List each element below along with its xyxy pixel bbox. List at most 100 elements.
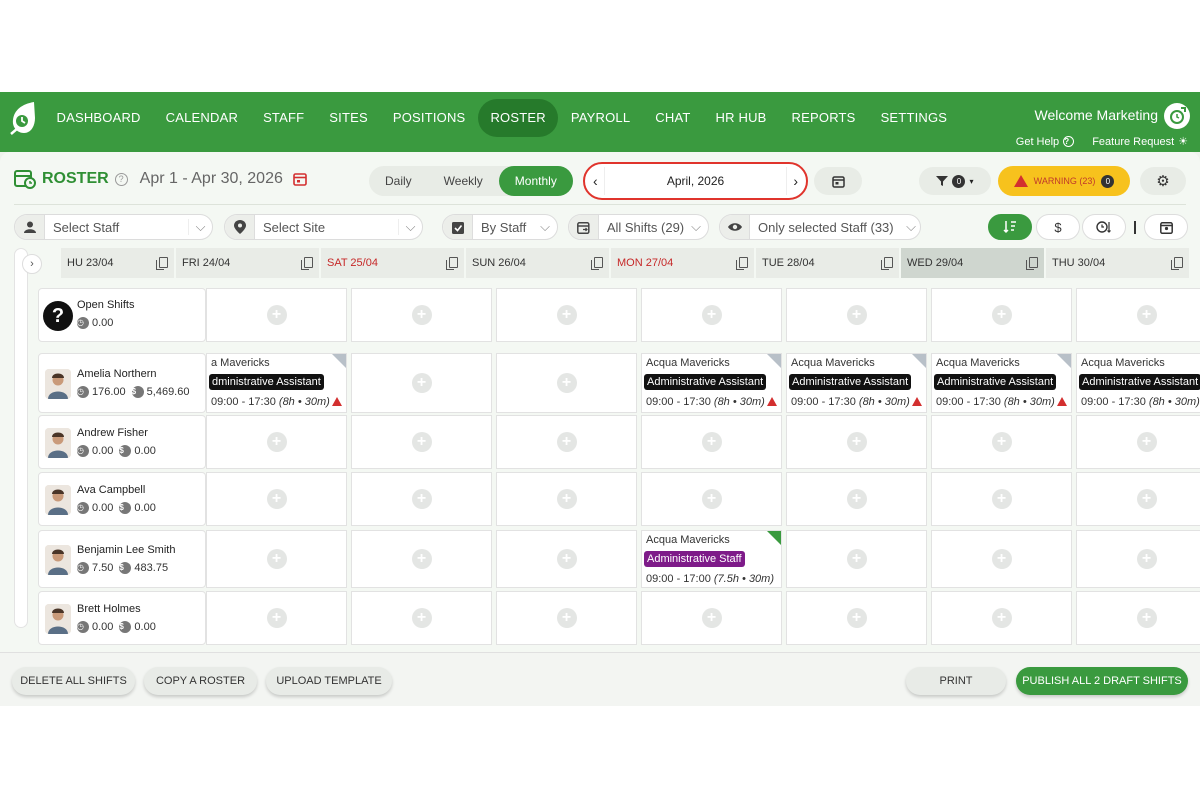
copy-day-icon[interactable] — [446, 257, 458, 270]
roster-cell[interactable]: + — [206, 288, 347, 342]
shift-cell[interactable]: Acqua Mavericks Administrative Assistant 0… — [931, 353, 1072, 413]
staff-card[interactable]: Amelia Northern ◷ 176.00 $5,469.60 — [38, 353, 206, 413]
add-shift-icon[interactable]: + — [846, 549, 867, 569]
nav-item-settings[interactable]: SETTINGS — [868, 99, 960, 137]
nav-item-calendar[interactable]: CALENDAR — [153, 99, 250, 137]
nav-item-reports[interactable]: REPORTS — [779, 99, 868, 137]
roster-cell[interactable]: + — [496, 353, 637, 413]
copy-day-icon[interactable] — [156, 257, 168, 270]
help-icon[interactable]: ? — [114, 172, 128, 186]
month-label[interactable]: April, 2026 — [603, 167, 788, 195]
roster-cell[interactable]: + — [496, 591, 637, 645]
shift-block[interactable]: Acqua Mavericks Administrative Staff 09:00… — [642, 531, 781, 587]
add-shift-icon[interactable]: + — [411, 432, 432, 452]
roster-cell[interactable]: + — [931, 472, 1072, 526]
add-shift-icon[interactable]: + — [556, 432, 577, 452]
roster-cell[interactable]: + — [786, 415, 927, 469]
roster-cell[interactable]: + — [931, 288, 1072, 342]
add-shift-icon[interactable]: + — [556, 489, 577, 509]
staff-card[interactable]: Andrew Fisher ◷ 0.00 $0.00 — [38, 415, 206, 469]
cost-toggle-button[interactable]: $ — [1036, 214, 1080, 240]
add-shift-icon[interactable]: + — [266, 432, 287, 452]
add-shift-icon[interactable]: + — [701, 608, 722, 628]
add-shift-icon[interactable]: + — [556, 373, 577, 393]
print-button[interactable]: PRINT — [906, 667, 1006, 695]
add-shift-icon[interactable]: + — [411, 549, 432, 569]
roster-cell[interactable]: + — [496, 288, 637, 342]
shift-block[interactable]: Acqua Mavericks Administrative Assistant 0… — [642, 354, 781, 412]
roster-cell[interactable]: + — [351, 353, 492, 413]
get-help-link[interactable]: Get Help? — [1016, 135, 1075, 148]
next-month-button[interactable]: › — [793, 173, 798, 189]
roster-cell[interactable]: + — [786, 530, 927, 588]
add-shift-icon[interactable]: + — [1136, 305, 1157, 325]
roster-cell[interactable]: + — [1076, 288, 1200, 342]
app-logo-icon[interactable] — [8, 100, 38, 136]
add-shift-icon[interactable]: + — [1136, 489, 1157, 509]
expand-sidebar-button[interactable]: › — [22, 254, 42, 274]
sort-button[interactable] — [988, 214, 1032, 240]
add-shift-icon[interactable]: + — [701, 432, 722, 452]
select-staff-dropdown[interactable]: Select Staff ⌵ — [14, 214, 213, 240]
select-site-dropdown[interactable]: Select Site ⌵ — [224, 214, 423, 240]
roster-cell[interactable]: + — [786, 591, 927, 645]
group-by-dropdown[interactable]: By Staff ⌵ — [442, 214, 558, 240]
view-option-monthly[interactable]: Monthly — [498, 166, 573, 196]
roster-cell[interactable]: + — [351, 415, 492, 469]
add-shift-icon[interactable]: + — [556, 549, 577, 569]
add-shift-icon[interactable]: + — [701, 489, 722, 509]
add-shift-icon[interactable]: + — [701, 305, 722, 325]
roster-cell[interactable]: + — [641, 472, 782, 526]
roster-cell[interactable]: + — [206, 530, 347, 588]
nav-item-chat[interactable]: CHAT — [643, 99, 703, 137]
add-shift-icon[interactable]: + — [266, 549, 287, 569]
add-shift-icon[interactable]: + — [411, 305, 432, 325]
add-shift-icon[interactable]: + — [991, 432, 1012, 452]
prev-month-button[interactable]: ‹ — [593, 173, 598, 189]
add-shift-icon[interactable]: + — [846, 305, 867, 325]
roster-cell[interactable]: + — [496, 472, 637, 526]
add-shift-icon[interactable]: + — [846, 432, 867, 452]
shifts-dropdown[interactable]: All Shifts (29) ⌵ — [568, 214, 709, 240]
add-shift-icon[interactable]: + — [846, 489, 867, 509]
roster-cell[interactable]: + — [206, 472, 347, 526]
add-shift-icon[interactable]: + — [266, 608, 287, 628]
settings-button[interactable]: ⚙ — [1140, 167, 1186, 195]
add-shift-icon[interactable]: + — [266, 305, 287, 325]
roster-cell[interactable]: + — [496, 415, 637, 469]
add-shift-icon[interactable]: + — [411, 489, 432, 509]
delete-all-shifts-button[interactable]: DELETE ALL SHIFTS — [12, 667, 135, 695]
add-shift-icon[interactable]: + — [846, 608, 867, 628]
view-option-daily[interactable]: Daily — [369, 166, 428, 196]
shift-block[interactable]: a Mavericks dministrative Assistant 09:00 … — [207, 354, 346, 412]
nav-item-sites[interactable]: SITES — [317, 99, 381, 137]
visibility-dropdown[interactable]: Only selected Staff (33) ⌵ — [719, 214, 921, 240]
upload-template-button[interactable]: UPLOAD TEMPLATE — [266, 667, 392, 695]
shift-cell[interactable]: Acqua Mavericks Administrative Assistant 0… — [786, 353, 927, 413]
roster-cell[interactable]: + — [641, 288, 782, 342]
roster-cell[interactable]: + — [206, 415, 347, 469]
roster-cell[interactable]: + — [1076, 530, 1200, 588]
nav-item-dashboard[interactable]: DASHBOARD — [44, 99, 153, 137]
nav-item-staff[interactable]: STAFF — [251, 99, 317, 137]
copy-day-icon[interactable] — [881, 257, 893, 270]
add-shift-icon[interactable]: + — [411, 608, 432, 628]
roster-cell[interactable]: + — [496, 530, 637, 588]
copy-day-icon[interactable] — [1171, 257, 1183, 270]
date-picker-button[interactable] — [814, 167, 862, 195]
vertical-scrollbar[interactable] — [14, 248, 28, 628]
roster-cell[interactable]: + — [1076, 591, 1200, 645]
open-shifts-card[interactable]: ? Open Shifts ◷ 0.00 — [38, 288, 206, 342]
add-shift-icon[interactable]: + — [1136, 549, 1157, 569]
roster-cell[interactable]: + — [351, 288, 492, 342]
roster-cell[interactable]: + — [351, 591, 492, 645]
roster-cell[interactable]: + — [786, 472, 927, 526]
feature-request-link[interactable]: Feature Request ☀ — [1092, 135, 1188, 149]
add-shift-icon[interactable]: + — [556, 608, 577, 628]
nav-item-payroll[interactable]: PAYROLL — [558, 99, 642, 137]
hours-toggle-button[interactable] — [1082, 214, 1126, 240]
staff-card[interactable]: Ava Campbell ◷ 0.00 $0.00 — [38, 472, 206, 526]
shift-cell[interactable]: Acqua Mavericks Administrative Staff 09:00… — [641, 530, 782, 588]
view-option-weekly[interactable]: Weekly — [428, 166, 499, 196]
account-avatar[interactable] — [1164, 103, 1190, 129]
